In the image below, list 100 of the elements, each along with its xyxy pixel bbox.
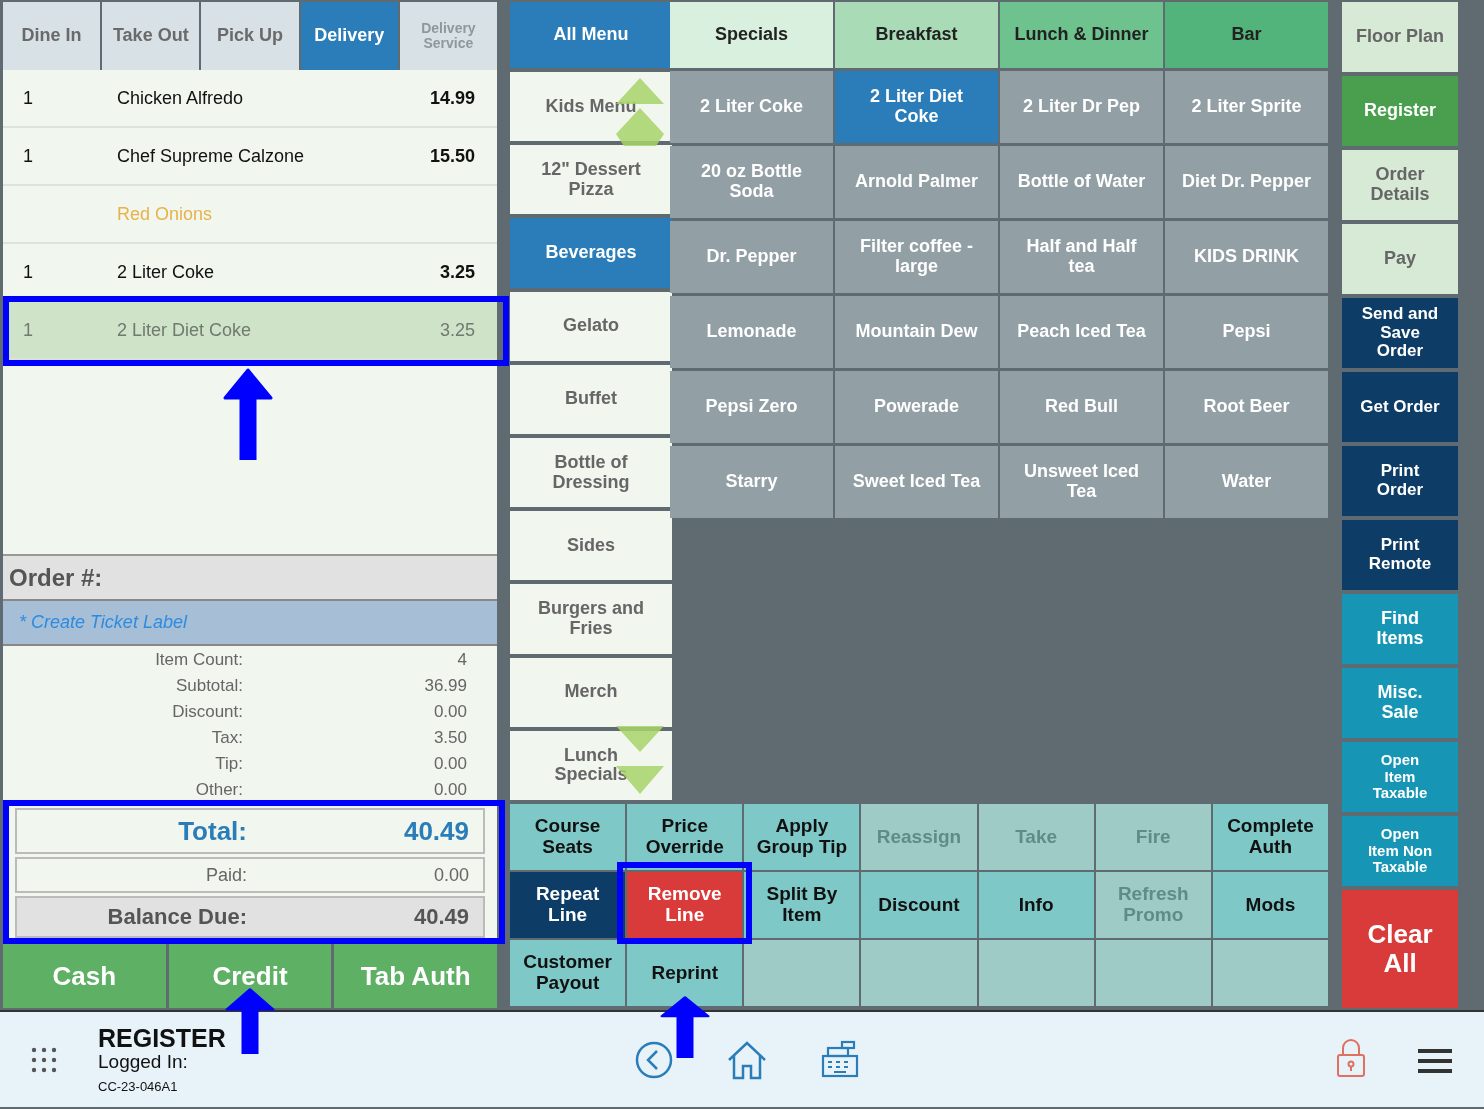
menu-item-button[interactable]: Red Bull (1000, 371, 1163, 443)
summary-label: Tax: (210, 728, 243, 749)
summary-value: 36.99 (423, 676, 467, 697)
menu-item-button[interactable]: Dr. Pepper (670, 221, 833, 293)
menu-item-button[interactable]: 2 Liter Sprite (1165, 71, 1328, 143)
menu-tab[interactable]: Lunch & Dinner (1000, 2, 1163, 68)
category-button[interactable]: Merch (510, 657, 672, 727)
screen-title: REGISTER (98, 1025, 226, 1051)
payment-button[interactable]: Credit (168, 944, 332, 1008)
action-button[interactable]: Split By Item (744, 872, 860, 938)
menu-item-button[interactable]: Sweet Iced Tea (835, 446, 998, 518)
price-text: 14.99 (429, 87, 476, 109)
side-button[interactable]: Get Order (1342, 372, 1458, 442)
category-button[interactable]: Lunch Specials (510, 730, 672, 800)
menu-item-button[interactable]: Half and Half tea (1000, 221, 1163, 293)
paid-value: 0.00 (432, 864, 469, 886)
summary-label: Discount: (171, 702, 243, 723)
side-button[interactable]: Order Details (1342, 150, 1458, 220)
total-value: 40.49 (402, 815, 469, 847)
side-button[interactable]: Misc. Sale (1342, 668, 1458, 738)
balance-value: 40.49 (412, 904, 469, 930)
order-type-tab[interactable]: Pick Up (201, 2, 299, 70)
item-name: 2 Liter Diet Coke (116, 319, 253, 341)
menu-item-button[interactable]: 2 Liter Coke (670, 71, 833, 143)
menu-item-button[interactable]: Lemonade (670, 296, 833, 368)
total-label: Total: (177, 815, 247, 847)
cash-register-icon[interactable] (820, 1040, 860, 1080)
menu-item-button[interactable]: Root Beer (1165, 371, 1328, 443)
menu-item-button[interactable]: Starry (670, 446, 833, 518)
menu-item-button[interactable]: KIDS DRINK (1165, 221, 1328, 293)
side-button[interactable]: Open Item Taxable (1342, 742, 1458, 812)
order-type-tab[interactable]: Take Out (102, 2, 200, 70)
category-button[interactable]: Buffet (510, 364, 672, 434)
menu-item-button[interactable]: Pepsi Zero (670, 371, 833, 443)
menu-item-button[interactable]: Powerade (835, 371, 998, 443)
action-button[interactable]: Discount (861, 872, 977, 938)
menu-item-button[interactable]: 2 Liter Diet Coke (835, 71, 998, 143)
action-button[interactable]: Mods (1212, 872, 1328, 938)
action-button[interactable]: Apply Group Tip (744, 804, 860, 870)
price-text: 3.25 (439, 261, 476, 283)
menu-tab[interactable]: Specials (670, 2, 833, 68)
category-button[interactable]: Sides (510, 511, 672, 581)
order-line[interactable]: 1 Chef Supreme Calzone 15.50 (3, 128, 497, 186)
side-button[interactable]: Send and Save Order (1342, 298, 1458, 368)
side-button[interactable]: Print Remote (1342, 520, 1458, 590)
action-button[interactable]: Info (978, 872, 1094, 938)
category-button[interactable]: Gelato (510, 291, 672, 361)
menu-item-button[interactable]: Unsweet Iced Tea (1000, 446, 1163, 518)
action-button[interactable]: Repeat Line (510, 872, 626, 938)
back-icon[interactable] (634, 1040, 674, 1080)
category-button[interactable]: Beverages (510, 218, 672, 288)
action-button[interactable]: Course Seats (510, 804, 626, 870)
action-button[interactable]: Customer Payout (510, 940, 626, 1006)
action-button[interactable]: Remove Line (627, 872, 743, 938)
category-button[interactable]: 12" Dessert Pizza (510, 145, 672, 215)
side-button[interactable]: Pay (1342, 224, 1458, 294)
balance-label: Balance Due: (106, 904, 247, 930)
menu-tab[interactable]: Breakfast (835, 2, 998, 68)
menu-item-button[interactable]: Pepsi (1165, 296, 1328, 368)
summary-label: Tip: (214, 754, 243, 775)
order-type-tab[interactable]: Delivery (300, 2, 398, 70)
menu-item-button[interactable]: Filter coffee - large (835, 221, 998, 293)
apps-grid-icon[interactable] (30, 1045, 58, 1074)
menu-item-button[interactable]: Water (1165, 446, 1328, 518)
menu-icon[interactable] (1418, 1048, 1452, 1074)
item-name: Chicken Alfredo (116, 87, 245, 109)
side-button[interactable]: Register (1342, 76, 1458, 146)
summary-label: Other: (194, 780, 243, 800)
item-name: 2 Liter Coke (116, 261, 216, 283)
summary-value: 0.00 (432, 754, 467, 775)
payment-button[interactable]: Cash (3, 944, 166, 1008)
menu-item-button[interactable]: Arnold Palmer (835, 146, 998, 218)
order-line[interactable]: 1 Chicken Alfredo 14.99 (3, 70, 497, 128)
menu-item-button[interactable]: 20 oz Bottle Soda (670, 146, 833, 218)
action-button[interactable]: Complete Auth (1212, 804, 1328, 870)
menu-item-button[interactable]: Bottle of Water (1000, 146, 1163, 218)
payment-button[interactable]: Tab Auth (334, 944, 497, 1008)
menu-tab[interactable]: Bar (1165, 2, 1328, 68)
menu-item-button[interactable]: Diet Dr. Pepper (1165, 146, 1328, 218)
all-menu-button[interactable]: All Menu (510, 2, 672, 68)
summary-value: 3.50 (432, 728, 467, 749)
side-button[interactable]: Find Items (1342, 594, 1458, 664)
lock-icon[interactable] (1336, 1038, 1366, 1078)
side-button[interactable]: Floor Plan (1342, 2, 1458, 72)
category-button[interactable]: Burgers and Fries (510, 584, 672, 654)
price-text: 3.25 (439, 319, 476, 341)
action-button[interactable]: Price Override (627, 804, 743, 870)
menu-item-button[interactable]: Peach Iced Tea (1000, 296, 1163, 368)
side-button[interactable]: Print Order (1342, 446, 1458, 516)
summary-value: 0.00 (432, 702, 467, 723)
quantity-text: 1 (22, 87, 34, 109)
menu-item-button[interactable]: Mountain Dew (835, 296, 998, 368)
side-button[interactable]: Clear All (1342, 890, 1458, 1008)
order-type-tab[interactable]: Dine In (3, 2, 101, 70)
home-icon[interactable] (726, 1040, 768, 1080)
side-button[interactable]: Open Item Non Taxable (1342, 816, 1458, 886)
category-button[interactable]: Bottle of Dressing (510, 438, 672, 508)
quantity-text: 1 (22, 261, 34, 283)
menu-item-button[interactable]: 2 Liter Dr Pep (1000, 71, 1163, 143)
summary-value: 4 (456, 650, 467, 671)
